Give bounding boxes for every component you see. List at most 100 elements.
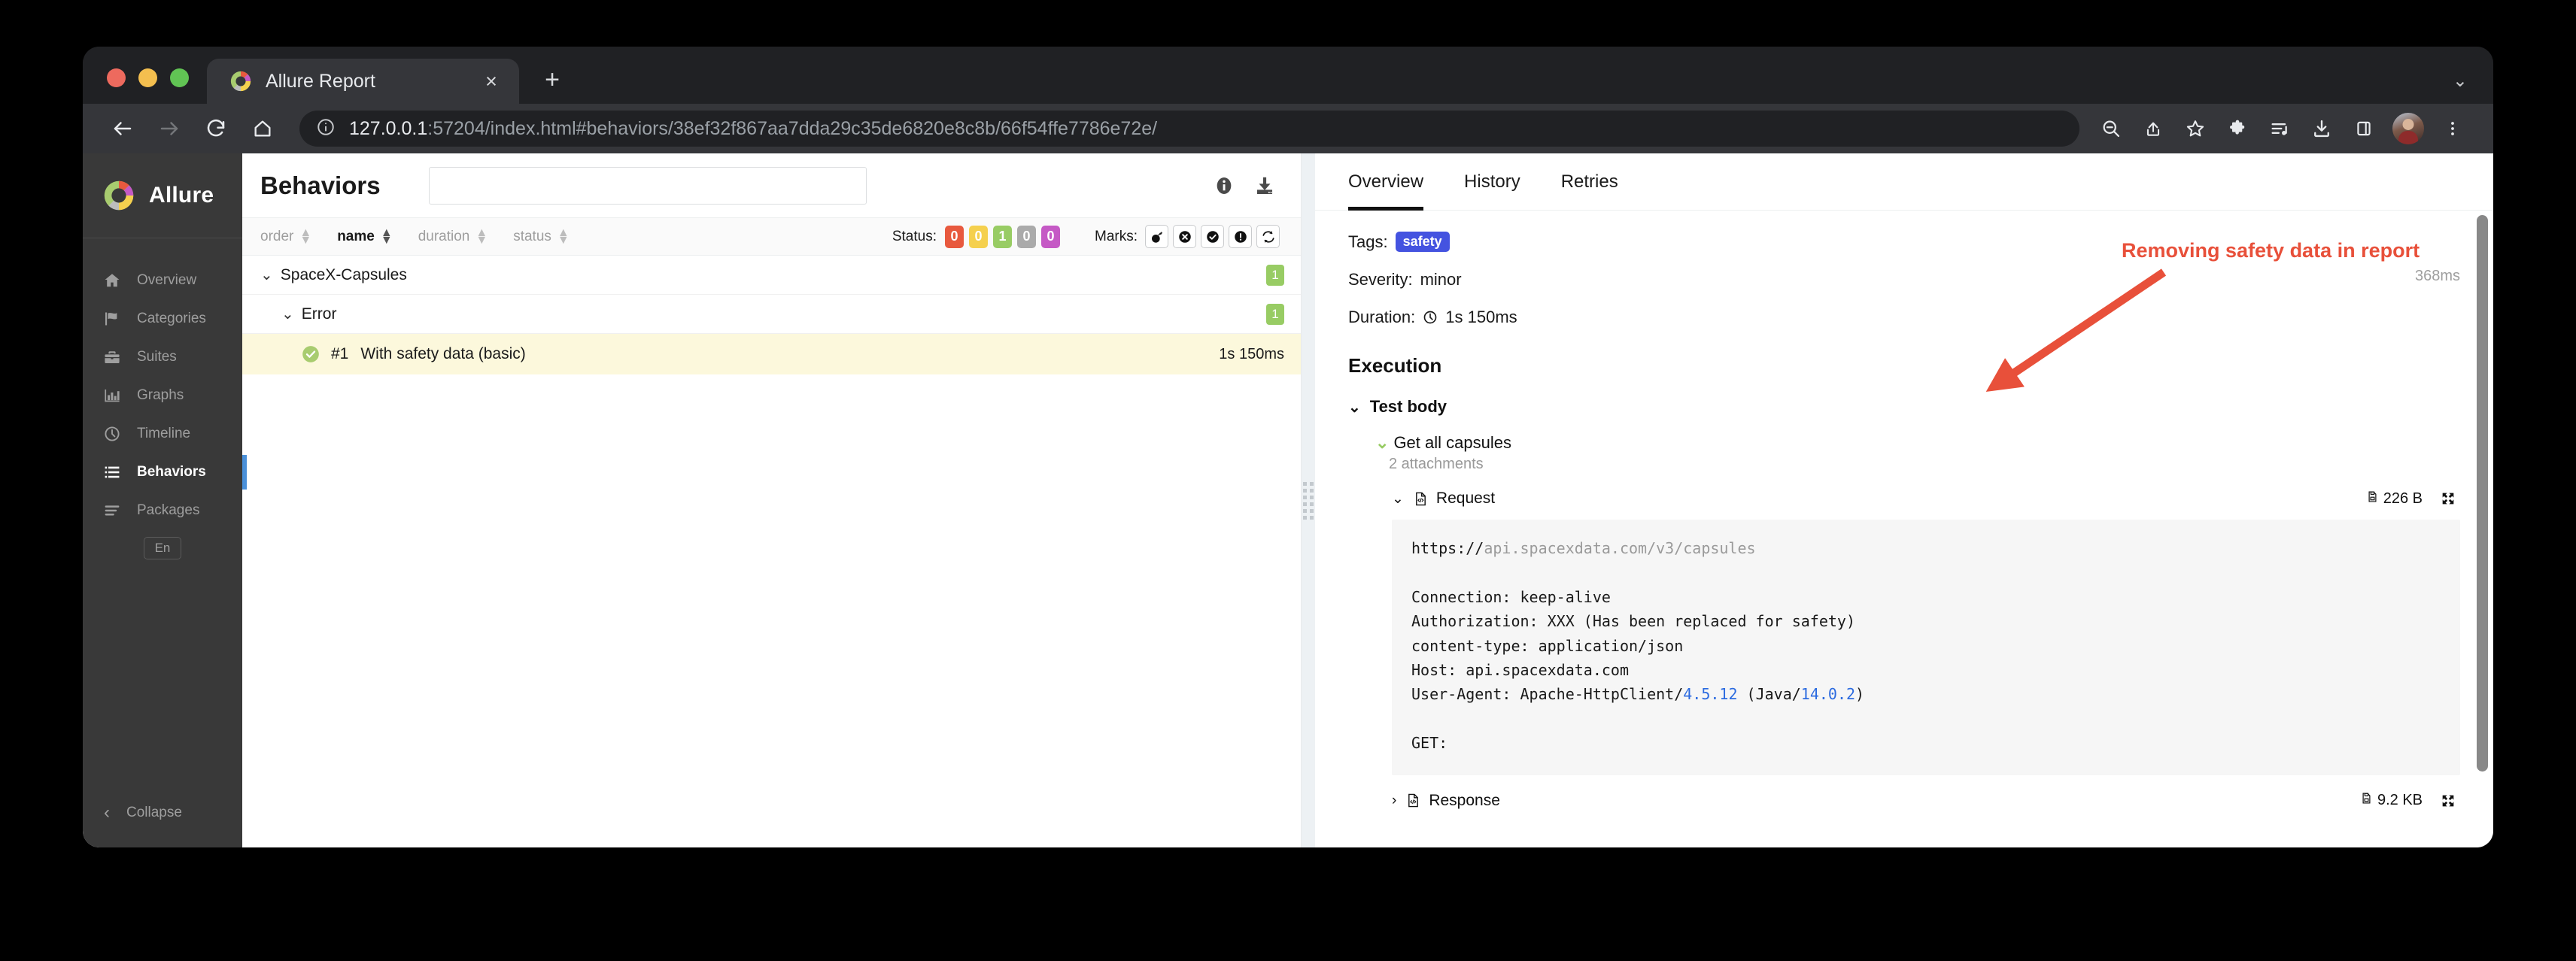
status-chip-passed[interactable]: 1 — [993, 226, 1012, 248]
step-get-all-capsules[interactable]: ⌄ Get all capsules — [1375, 433, 2460, 453]
step-test-body[interactable]: ⌄ Test body — [1348, 397, 2460, 417]
vertical-scrollbar[interactable] — [2477, 215, 2488, 772]
sidebar-item-behaviors[interactable]: Behaviors — [83, 453, 242, 491]
bookmark-star-icon[interactable] — [2174, 108, 2216, 150]
refresh-icon[interactable] — [1256, 225, 1280, 248]
chevron-down-icon: ⌄ — [281, 307, 294, 322]
check-circle-icon — [301, 344, 320, 364]
sidebar-item-graphs[interactable]: Graphs — [83, 376, 242, 414]
test-result-tabs: Overview History Retries — [1315, 153, 2493, 211]
execution-heading: Execution — [1348, 354, 2460, 377]
code-file-icon — [1413, 491, 1429, 507]
language-button[interactable]: En — [144, 537, 182, 559]
tree-row-story[interactable]: ⌄ Error 1 — [242, 295, 1301, 334]
sidebar-item-overview[interactable]: Overview — [83, 261, 242, 299]
avatar[interactable] — [2391, 111, 2426, 146]
tree-row-label: Error — [302, 305, 337, 323]
check-circle-icon[interactable] — [1201, 225, 1224, 248]
status-chip-failed[interactable]: 0 — [945, 226, 964, 248]
sidebar-item-timeline[interactable]: Timeline — [83, 414, 242, 453]
severity-label: Severity: — [1348, 270, 1413, 290]
sidebar-item-label: Timeline — [137, 426, 190, 442]
browser-window: Allure Report × + ⌄ 127.0.0.1:57204/inde… — [83, 47, 2493, 847]
status-chip-unknown[interactable]: 0 — [1041, 226, 1060, 248]
status-filter: Status: 0 0 1 0 0 — [892, 226, 1060, 248]
expand-fullscreen-icon[interactable] — [2441, 793, 2456, 808]
search-input[interactable] — [429, 167, 867, 205]
share-icon[interactable] — [2132, 108, 2174, 150]
sidebar-item-categories[interactable]: Categories — [83, 299, 242, 338]
site-info-icon[interactable] — [316, 117, 336, 141]
sidebar-item-packages[interactable]: Packages — [83, 491, 242, 529]
chevron-down-icon[interactable]: ⌄ — [2453, 70, 2468, 92]
sort-column-status[interactable]: status ▲▼ — [513, 229, 570, 245]
chrome-menu-icon[interactable] — [2432, 108, 2474, 150]
sidebar-item-suites[interactable]: Suites — [83, 338, 242, 376]
allure-sidebar: Allure Overview Categories — [83, 153, 242, 847]
browser-tab-strip: Allure Report × + ⌄ — [83, 47, 2493, 104]
tab-retries[interactable]: Retries — [1561, 153, 1618, 211]
tree-row-label: SpaceX-Capsules — [281, 266, 407, 284]
side-panel-icon[interactable] — [2343, 108, 2385, 150]
download-icon[interactable] — [1254, 175, 1275, 196]
reload-icon[interactable] — [193, 105, 239, 152]
home-icon[interactable] — [239, 105, 286, 152]
list-icon — [102, 463, 122, 481]
x-circle-icon[interactable] — [1173, 225, 1196, 248]
status-chip-skipped[interactable]: 0 — [1017, 226, 1036, 248]
browser-tab-allure-report[interactable]: Allure Report × — [207, 59, 519, 104]
window-minimize-button[interactable] — [138, 68, 157, 87]
sort-column-label: name — [337, 229, 375, 245]
status-filter-label: Status: — [892, 229, 937, 245]
sidebar-item-label: Graphs — [137, 387, 184, 404]
sort-column-label: status — [513, 229, 551, 245]
media-playlist-icon[interactable] — [2259, 108, 2301, 150]
collapse-label: Collapse — [126, 805, 182, 821]
bomb-icon[interactable] — [1145, 225, 1168, 248]
downloads-icon[interactable] — [2301, 108, 2343, 150]
status-chip-broken[interactable]: 0 — [969, 226, 988, 248]
sort-column-order[interactable]: order ▲▼ — [260, 229, 311, 245]
severity-row: Severity: minor — [1348, 270, 2460, 290]
test-result-pane: Overview History Retries Tags: safety Se… — [1315, 153, 2493, 847]
severity-value: minor — [1420, 270, 1462, 290]
allure-brand[interactable]: Allure — [83, 153, 242, 238]
flag-icon — [102, 310, 122, 328]
extensions-puzzle-icon[interactable] — [2216, 108, 2259, 150]
window-close-button[interactable] — [107, 68, 126, 87]
sort-column-label: order — [260, 229, 293, 245]
tab-close-icon[interactable]: × — [475, 65, 507, 97]
tab-overview[interactable]: Overview — [1348, 153, 1423, 211]
tree-row-feature[interactable]: ⌄ SpaceX-Capsules 1 — [242, 256, 1301, 295]
attachment-size: 226 B — [2366, 490, 2423, 508]
forward-icon[interactable] — [146, 105, 193, 152]
tree-row-test-case[interactable]: #1 With safety data (basic) 1s 150ms — [242, 334, 1301, 374]
tab-history[interactable]: History — [1464, 153, 1520, 211]
tag-badge-safety[interactable]: safety — [1396, 232, 1450, 252]
sort-column-name[interactable]: name ▲▼ — [337, 229, 392, 245]
attachment-size-label: 226 B — [2383, 490, 2423, 508]
attachment-name: Request — [1436, 490, 1495, 508]
address-bar[interactable]: 127.0.0.1:57204/index.html#behaviors/38e… — [299, 111, 2079, 147]
info-icon[interactable] — [1214, 175, 1235, 196]
chevron-down-icon: ⌄ — [1392, 490, 1404, 508]
drag-handle-icon — [1303, 482, 1314, 520]
new-tab-button[interactable]: + — [530, 57, 575, 102]
expand-fullscreen-icon[interactable] — [2441, 491, 2456, 506]
back-icon[interactable] — [99, 105, 146, 152]
attachment-row-response[interactable]: › Response 9.2 KB — [1392, 792, 2460, 810]
sidebar-item-label: Categories — [137, 311, 206, 327]
address-bar-url: 127.0.0.1:57204/index.html#behaviors/38e… — [349, 118, 1157, 140]
attachment-row-request[interactable]: ⌄ Request 226 B — [1392, 490, 2460, 508]
zoom-out-icon[interactable] — [2090, 108, 2132, 150]
step-test-body-label: Test body — [1370, 397, 1447, 417]
duration-row: Duration: 1s 150ms — [1348, 308, 2460, 327]
attachment-name: Response — [1429, 792, 1500, 810]
sort-column-duration[interactable]: duration ▲▼ — [418, 229, 488, 245]
sidebar-collapse-button[interactable]: ‹ Collapse — [83, 784, 242, 847]
omnibox-actions — [2090, 108, 2216, 150]
pane-resizer[interactable] — [1302, 153, 1315, 847]
window-maximize-button[interactable] — [170, 68, 189, 87]
bar-chart-icon — [102, 387, 122, 405]
exclamation-circle-icon[interactable] — [1229, 225, 1252, 248]
